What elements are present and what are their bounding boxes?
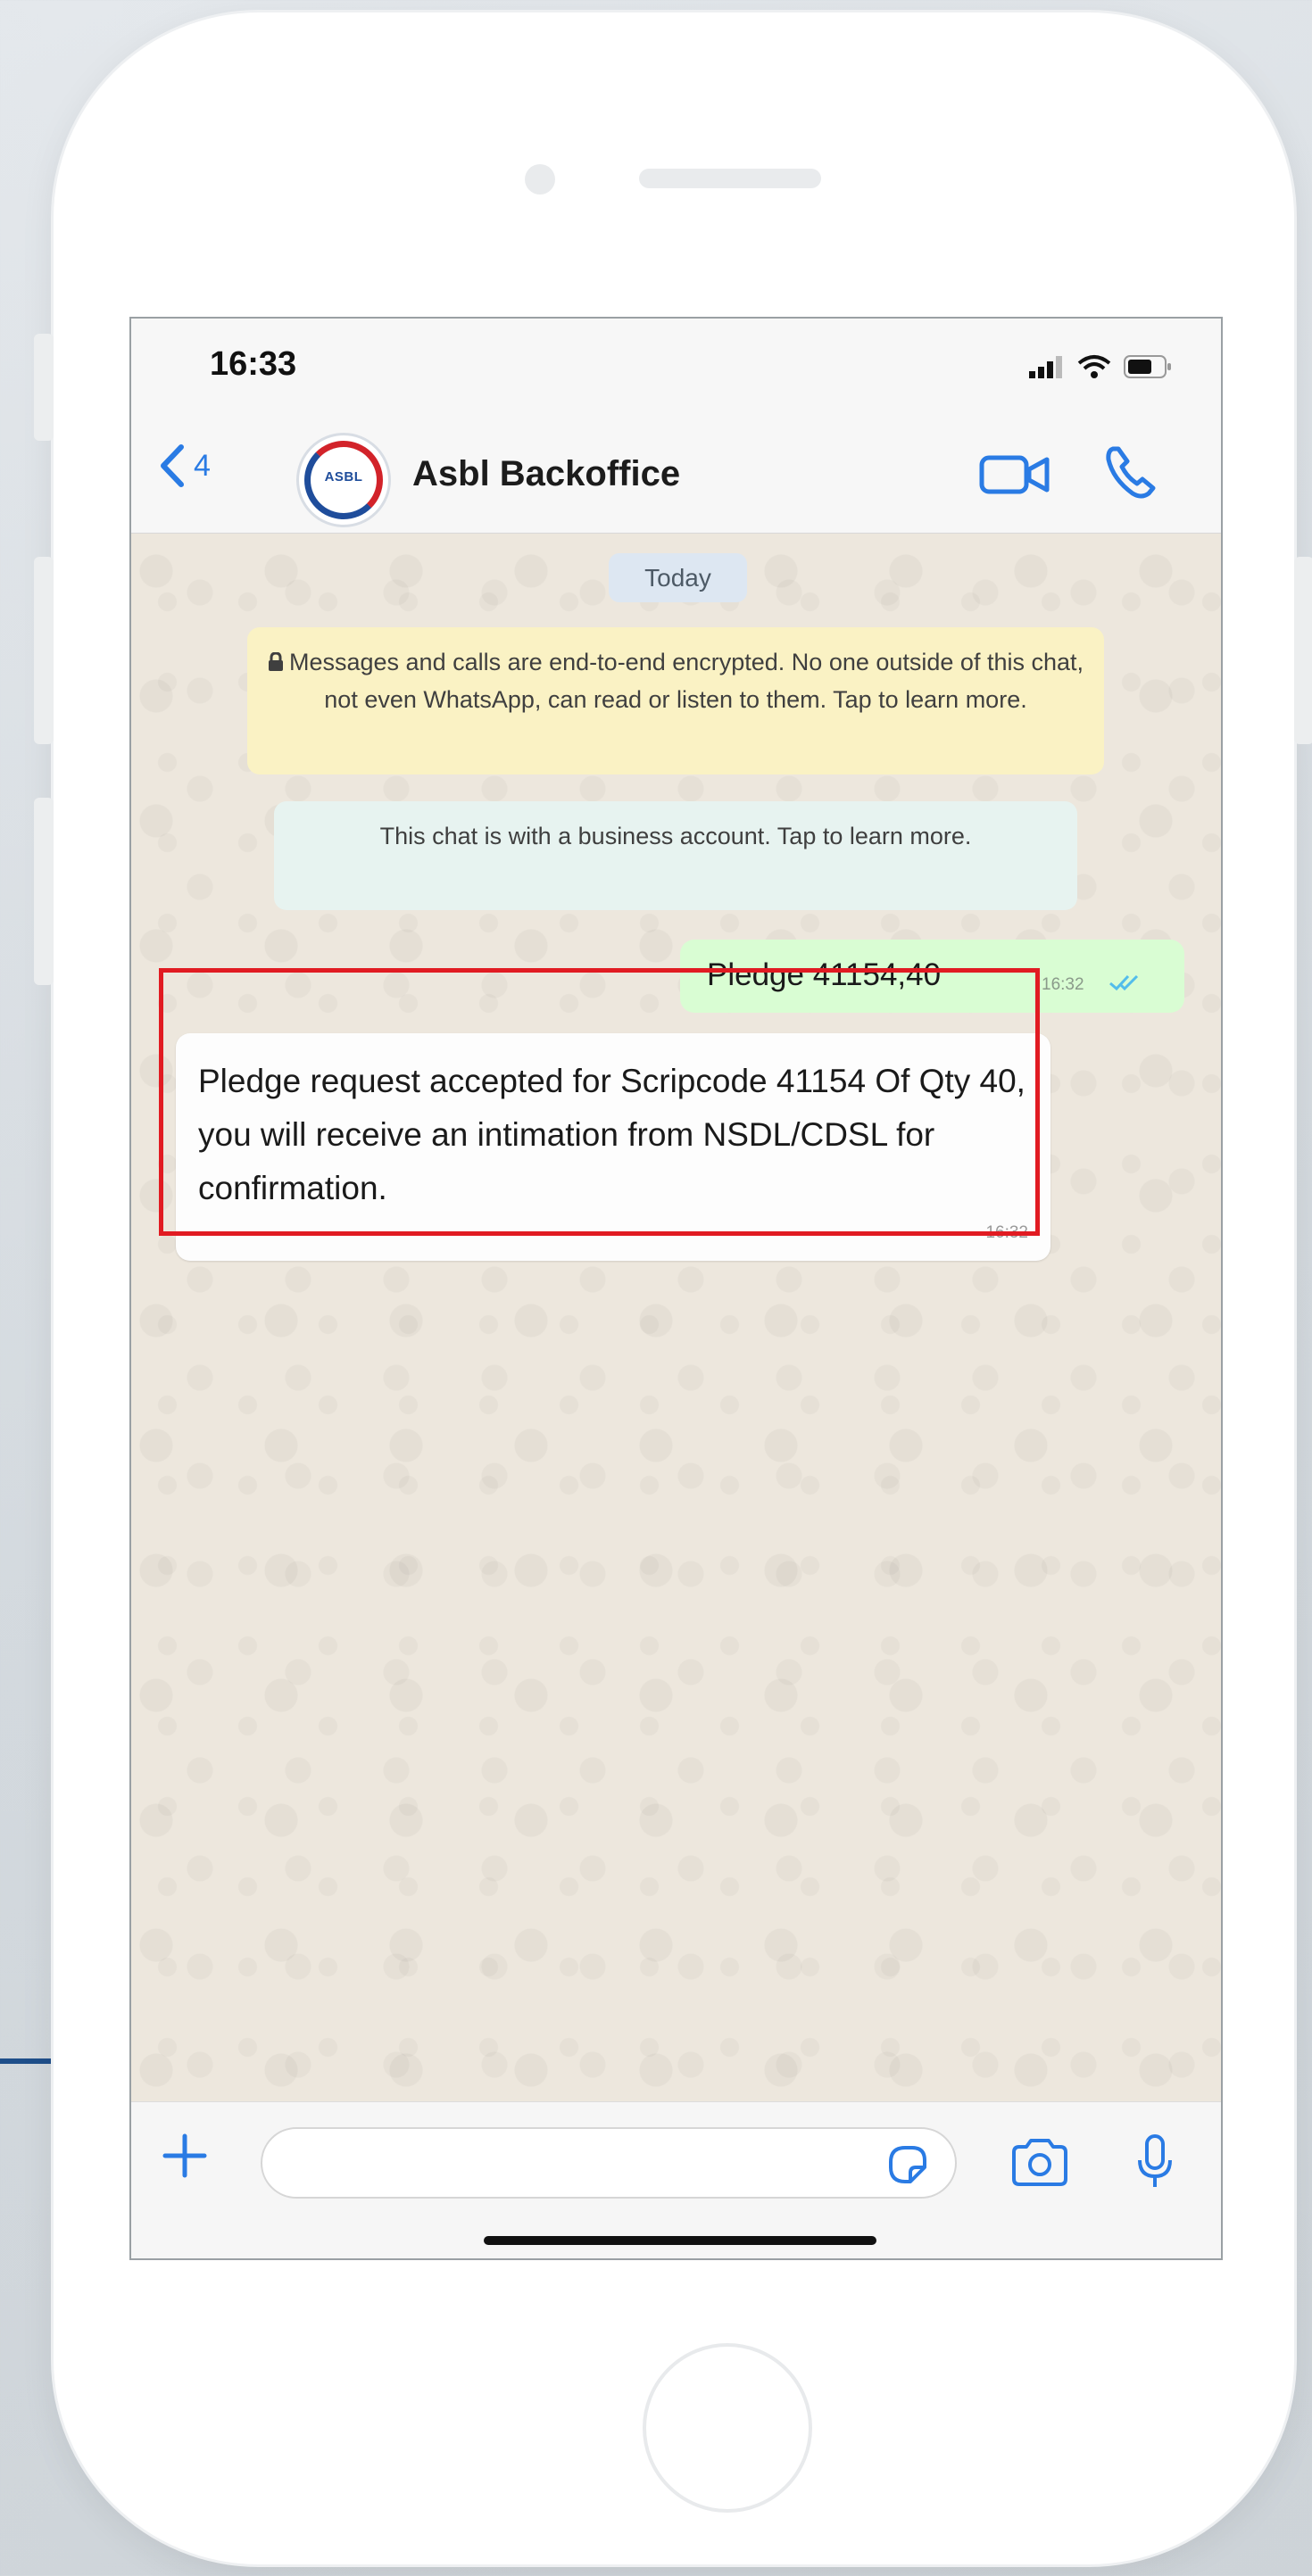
microphone-button[interactable] <box>1135 2133 1175 2197</box>
front-camera <box>525 164 555 195</box>
business-notice-text: This chat is with a business account. Ta… <box>379 823 972 849</box>
plus-icon <box>162 2133 207 2178</box>
back-button[interactable]: 4 <box>158 443 211 488</box>
chat-messages-area[interactable]: Today Messages and calls are end-to-end … <box>131 534 1221 2101</box>
encryption-notice[interactable]: Messages and calls are end-to-end encryp… <box>247 627 1104 774</box>
status-bar: 16:33 <box>131 319 1221 417</box>
voice-call-icon <box>1106 446 1156 499</box>
contact-name[interactable]: Asbl Backoffice <box>412 454 680 494</box>
read-ticks-icon <box>1109 974 1139 991</box>
voice-call-button[interactable] <box>1104 443 1158 505</box>
outgoing-message-time: 16:32 <box>1042 975 1084 994</box>
back-chevron-icon <box>161 444 184 487</box>
lock-icon <box>268 651 283 671</box>
camera-button[interactable] <box>1010 2138 1069 2192</box>
phone-side-button-silent <box>34 334 54 441</box>
signal-icon <box>1029 356 1062 378</box>
message-composer <box>131 2101 1221 2258</box>
sticker-button[interactable] <box>885 2142 930 2191</box>
status-icons <box>1029 354 1172 379</box>
phone-screen: 16:33 4 ASBL Asbl Backoffice Today Messa… <box>129 317 1223 2260</box>
date-separator: Today <box>609 553 747 602</box>
earpiece-speaker <box>639 169 821 188</box>
sticker-icon <box>889 2146 926 2183</box>
encryption-notice-text: Messages and calls are end-to-end encryp… <box>288 649 1084 713</box>
video-call-icon <box>979 455 1050 494</box>
battery-icon <box>1124 355 1171 378</box>
mic-icon <box>1138 2134 1172 2187</box>
phone-side-button-volume-up <box>34 557 54 744</box>
attach-button[interactable] <box>158 2129 212 2187</box>
unread-count: 4 <box>194 448 211 483</box>
status-time: 16:33 <box>210 345 297 383</box>
business-account-notice[interactable]: This chat is with a business account. Ta… <box>274 801 1077 910</box>
camera-icon <box>1012 2139 1067 2186</box>
wifi-icon <box>1077 355 1111 378</box>
phone-side-button-volume-down <box>34 798 54 985</box>
chat-header: 4 ASBL Asbl Backoffice <box>131 417 1221 534</box>
home-indicator[interactable] <box>484 2236 876 2245</box>
message-input[interactable] <box>261 2127 957 2199</box>
avatar[interactable]: ASBL <box>296 433 391 527</box>
video-call-button[interactable] <box>979 452 1050 501</box>
phone-side-button-power <box>1294 557 1312 744</box>
home-button[interactable] <box>643 2343 812 2513</box>
highlight-annotation-box <box>159 968 1040 1236</box>
avatar-logo-text: ASBL <box>324 469 363 485</box>
